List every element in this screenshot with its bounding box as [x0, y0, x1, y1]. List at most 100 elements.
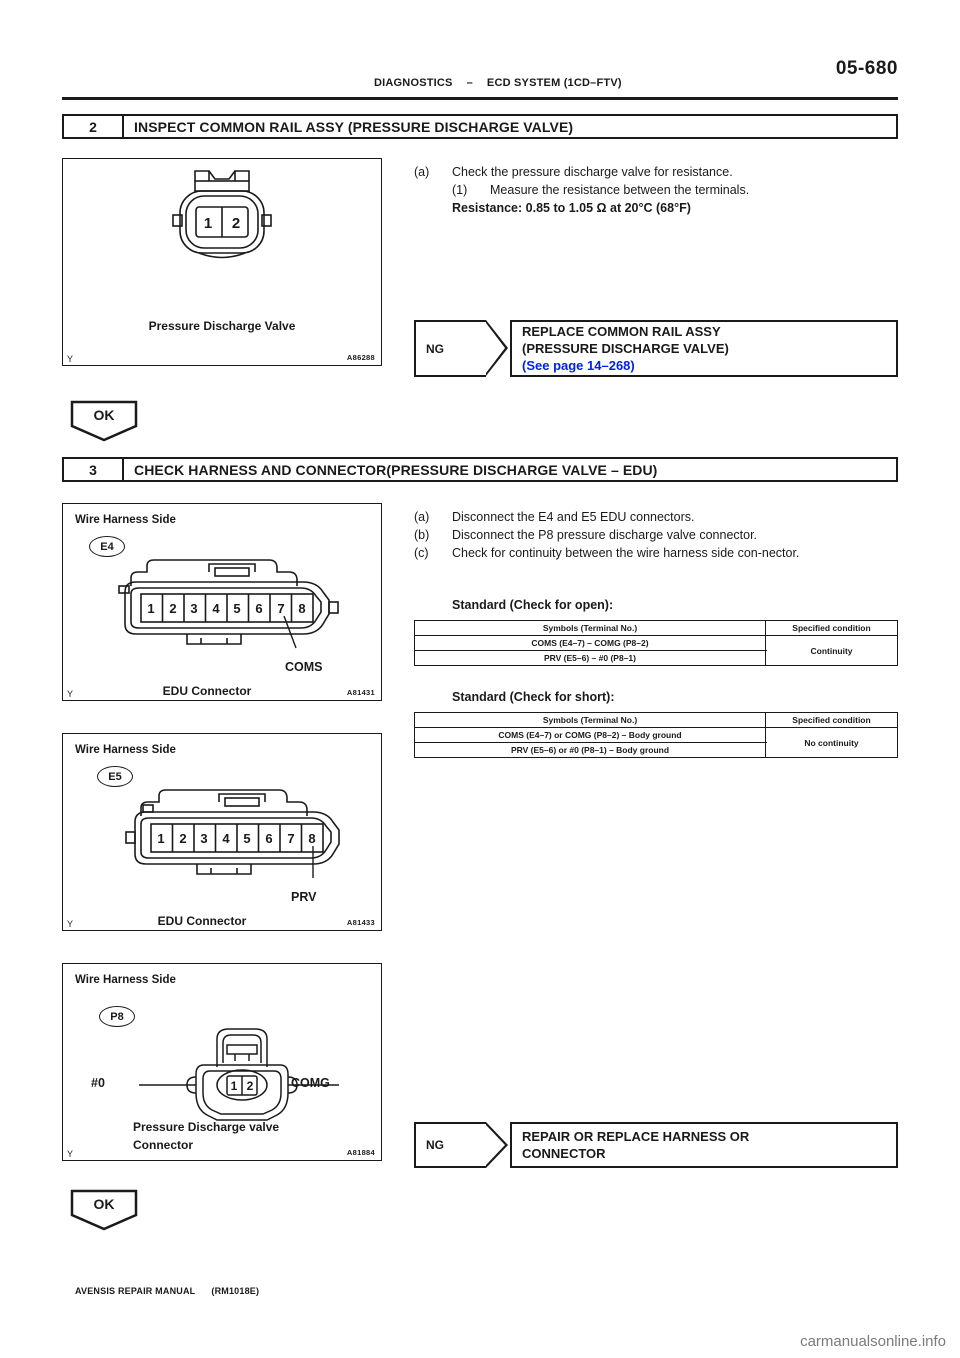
footer: AVENSIS REPAIR MANUAL (RM1018E): [75, 1286, 259, 1296]
footer-manual-code: (RM1018E): [211, 1286, 260, 1296]
pin-label-2: 2: [179, 831, 186, 846]
pin-label-2: 2: [169, 601, 176, 616]
table-header-condition: Specified condition: [765, 712, 898, 728]
pin-label-6: 6: [265, 831, 272, 846]
document-page: 05-680 DIAGNOSTICS – ECD SYSTEM (1CD–FTV) …: [0, 0, 960, 1358]
figure-code: A81433: [346, 918, 375, 927]
figure-corner-mark: Y: [67, 689, 74, 699]
instruction-text: Check for continuity between the wire ha…: [452, 546, 800, 560]
step-2-number: 2: [64, 116, 124, 137]
ng-action-line1: REPAIR OR REPLACE HARNESS OR: [522, 1129, 750, 1144]
pin-label-3: 3: [200, 831, 207, 846]
pin-label-1: 1: [204, 215, 212, 232]
standard-open-label: Standard (Check for open):: [452, 598, 614, 612]
pin-label-2: 2: [232, 215, 240, 232]
table-header-row: Symbols (Terminal No.) Specified conditi…: [414, 620, 898, 636]
step-2-ng-result: NG REPLACE COMMON RAIL ASSY (PRESSURE DI…: [414, 320, 898, 377]
step-2-instructions: (a) Check the pressure discharge valve f…: [414, 163, 898, 217]
ok-label: OK: [94, 407, 115, 423]
ng-tag: NG: [414, 1122, 508, 1168]
pin-label-1: 1: [157, 831, 164, 846]
step-3-number: 3: [64, 459, 124, 480]
header-section: DIAGNOSTICS: [374, 77, 453, 89]
header-system: ECD SYSTEM (1CD–FTV): [486, 77, 622, 89]
ng-action-box: REPAIR OR REPLACE HARNESS OR CONNECTOR: [510, 1122, 898, 1168]
table-cell-condition: Continuity: [765, 635, 898, 666]
instruction-line: (a) Check the pressure discharge valve f…: [414, 163, 898, 181]
connector-8pin-drawing: 1 2 3 4 5 6 7 8: [118, 559, 339, 649]
figure-caption: Pressure Discharge Valve: [148, 319, 296, 333]
ng-action-line1: REPLACE COMMON RAIL ASSY: [522, 324, 721, 339]
pin-label-4: 4: [212, 601, 220, 616]
pin-label-7: 7: [277, 601, 284, 616]
figure-edu-connector-e4: Wire Harness Side E4 1 2 3 4 5 6 7 8 COM…: [62, 503, 382, 701]
figure-caption-line2: Connector: [133, 1138, 193, 1152]
instruction-text: Measure the resistance between the termi…: [490, 183, 750, 197]
step-2-title: INSPECT COMMON RAIL ASSY (PRESSURE DISCH…: [134, 118, 574, 135]
instruction-line: (b) Disconnect the P8 pressure discharge…: [414, 526, 898, 544]
header-dash: –: [466, 77, 473, 89]
figure-caption-line1: Pressure Discharge valve: [133, 1120, 280, 1134]
table-row: COMS (E4–7) – COMG (P8–2) Continuity: [414, 635, 898, 666]
resistance-spec-text: Resistance: 0.85 to 1.05 Ω at 20°C (68°F…: [452, 201, 691, 215]
table-cell-symbols: PRV (E5–6) or #0 (P8–1) – Body ground: [414, 742, 766, 758]
terminal-lead-label-coms: COMS: [285, 660, 323, 674]
table-cell-condition: No continuity: [765, 727, 898, 758]
step-3-instructions: (a) Disconnect the E4 and E5 EDU connect…: [414, 508, 898, 562]
ok-label: OK: [94, 1196, 115, 1212]
figure-pressure-discharge-valve: 1 2 Pressure Discharge Valve Y A86288: [62, 158, 382, 366]
figure-pressure-discharge-valve-connector-p8: Wire Harness Side P8 1 2 #0 COMG Pressur…: [62, 963, 382, 1161]
instruction-line: (c) Check for continuity between the wir…: [414, 544, 898, 562]
table-cell-symbols: PRV (E5–6) – #0 (P8–1): [414, 650, 766, 666]
page-number: 05-680: [835, 58, 898, 79]
ng-tag: NG: [414, 320, 508, 377]
pin-label-1: 1: [231, 1079, 238, 1093]
terminal-lead-label-comg: COMG: [291, 1076, 330, 1090]
figure-side-label: Wire Harness Side: [75, 974, 176, 986]
figure-side-label: Wire Harness Side: [75, 514, 176, 526]
footer-manual-title: AVENSIS REPAIR MANUAL: [75, 1286, 196, 1296]
figure-caption: EDU Connector: [157, 914, 247, 928]
pin-label-3: 3: [190, 601, 197, 616]
instruction-marker: (c): [414, 546, 429, 560]
ng-action-line2: (PRESSURE DISCHARGE VALVE): [522, 341, 729, 356]
pin-label-7: 7: [287, 831, 294, 846]
step-3-header: 3 CHECK HARNESS AND CONNECTOR(PRESSURE D…: [62, 457, 898, 482]
resistance-spec: Resistance: 0.85 to 1.05 Ω at 20°C (68°F…: [414, 199, 898, 217]
figure-corner-mark: Y: [67, 1149, 74, 1159]
figure-edu-connector-e5: Wire Harness Side E5 1 2 3 4 5 6 7 8 PRV…: [62, 733, 382, 931]
pin-label-1: 1: [147, 601, 154, 616]
continuity-open-table: Symbols (Terminal No.) Specified conditi…: [414, 620, 898, 666]
figure-side-label: Wire Harness Side: [75, 744, 176, 756]
pin-label-8: 8: [298, 601, 305, 616]
figure-corner-mark: Y: [67, 919, 74, 929]
instruction-marker: (b): [414, 528, 430, 542]
connector-2pin-drawing: 1 2: [172, 170, 272, 259]
terminal-lead-label-prv: PRV: [291, 890, 317, 904]
ng-action-line2: CONNECTOR: [522, 1146, 606, 1161]
figure-code: A81431: [346, 688, 375, 697]
instruction-line: (a) Disconnect the E4 and E5 EDU connect…: [414, 508, 898, 526]
figure-code: A86288: [346, 353, 375, 362]
figure-caption: EDU Connector: [162, 684, 252, 698]
pin-label-8: 8: [308, 831, 315, 846]
pin-label-5: 5: [243, 831, 250, 846]
watermark: carmanualsonline.info: [800, 1333, 946, 1350]
header-title: DIAGNOSTICS – ECD SYSTEM (1CD–FTV): [374, 77, 622, 89]
pin-label-4: 4: [222, 831, 230, 846]
header-rule: [62, 97, 898, 100]
table-row: COMS (E4–7) or COMG (P8–2) – Body ground…: [414, 727, 898, 758]
instruction-marker: (a): [414, 165, 430, 179]
standard-short-label: Standard (Check for short):: [452, 690, 615, 704]
step-3-title: CHECK HARNESS AND CONNECTOR(PRESSURE DIS…: [134, 461, 658, 478]
instruction-text: Disconnect the E4 and E5 EDU connectors.: [452, 510, 695, 524]
pin-label-6: 6: [255, 601, 262, 616]
continuity-short-table: Symbols (Terminal No.) Specified conditi…: [414, 712, 898, 758]
ok-flag-shape: OK: [70, 1189, 138, 1231]
instruction-marker: (1): [452, 183, 468, 197]
figure-corner-mark: Y: [67, 354, 74, 364]
table-header-symbols: Symbols (Terminal No.): [414, 620, 766, 636]
ng-action-reference[interactable]: (See page 14–268): [522, 357, 886, 374]
step-2-header: 2 INSPECT COMMON RAIL ASSY (PRESSURE DIS…: [62, 114, 898, 139]
table-cell-symbols: COMS (E4–7) – COMG (P8–2): [414, 635, 766, 651]
